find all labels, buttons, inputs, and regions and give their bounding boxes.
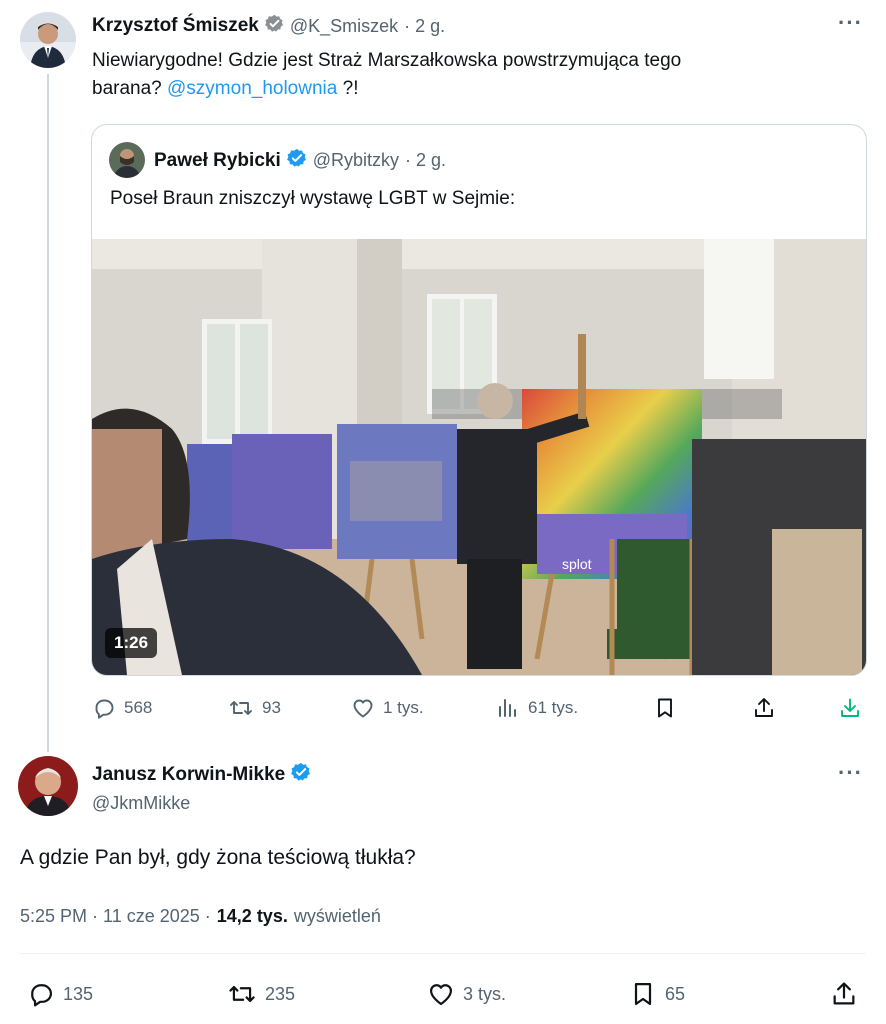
banner-text: splot (562, 556, 592, 572)
reply-icon (27, 980, 55, 1008)
verified-badge-icon (291, 762, 311, 787)
video-thumbnail-image: splot (92, 239, 866, 675)
bookmark-button[interactable]: 65 (629, 980, 685, 1008)
avatar-korwin-mikke[interactable] (18, 756, 78, 816)
bookmark-button[interactable] (653, 696, 677, 720)
reply-views-count: 14,2 tys. (216, 906, 288, 926)
reply-timestamp[interactable]: 5:25 PM · 11 cze 2025 · (20, 906, 211, 927)
like-count: 3 tys. (463, 983, 507, 1004)
verified-badge-icon (264, 14, 284, 38)
quote-author-name[interactable]: Paweł Rybicki (154, 150, 281, 172)
reply-button[interactable]: 135 (27, 980, 93, 1008)
more-options-icon[interactable]: ··· (838, 760, 863, 786)
reply-author-name[interactable]: Janusz Korwin-Mikke (92, 764, 285, 786)
bookmark-icon (629, 980, 657, 1008)
like-button[interactable]: 3 tys. (427, 980, 506, 1008)
divider (20, 953, 866, 954)
tweet-text-line2: barana? (92, 78, 162, 99)
reply-author-handle[interactable]: @JkmMikke (92, 793, 190, 814)
bookmark-count: 65 (665, 983, 686, 1004)
author-handle[interactable]: @K_Smiszek (290, 16, 398, 37)
reply-count: 568 (124, 698, 153, 717)
reply-header: Janusz Korwin-Mikke (92, 762, 311, 787)
quote-text: Poseł Braun zniszczył wystawę LGBT w Sej… (110, 188, 516, 209)
reply-meta: 5:25 PM · 11 cze 2025 · 14,2 tys. wyświe… (20, 906, 381, 927)
views-chart-icon (496, 696, 520, 720)
retweet-button[interactable]: 235 (227, 980, 295, 1008)
tweet-header: Krzysztof Śmiszek @K_Smiszek · 2 g. (92, 14, 445, 38)
like-button[interactable]: 1 tys. (351, 696, 424, 720)
views-count: 61 tys. (528, 698, 579, 717)
tweet-time[interactable]: · 2 g. (404, 16, 445, 37)
reply-button[interactable]: 568 (92, 696, 152, 720)
like-count: 1 tys. (383, 698, 424, 717)
avatar-smiszek[interactable] (20, 12, 76, 68)
tweet-text-line1: Niewiarygodne! Gdzie jest Straż Marszałk… (92, 50, 682, 71)
share-button[interactable] (752, 696, 776, 720)
video-duration-badge: 1:26 (105, 628, 158, 658)
mention-link[interactable]: @szymon_holownia (167, 78, 337, 99)
avatar-rybicki[interactable] (109, 142, 145, 178)
retweet-count: 235 (265, 983, 296, 1004)
share-icon (752, 696, 776, 720)
retweet-icon (227, 980, 257, 1008)
share-button[interactable] (830, 980, 858, 1008)
reply-views-label: wyświetleń (293, 906, 381, 926)
reply-count: 135 (63, 983, 94, 1004)
author-name[interactable]: Krzysztof Śmiszek (92, 15, 259, 37)
quote-time[interactable]: · 2 g. (405, 150, 446, 171)
download-icon (838, 696, 862, 720)
bookmark-icon (653, 696, 677, 720)
tweet-text: Niewiarygodne! Gdzie jest Straż Marszałk… (92, 47, 852, 103)
heart-icon (427, 980, 455, 1008)
download-button[interactable] (838, 696, 862, 720)
views-button[interactable]: 61 tys. (496, 696, 578, 720)
verified-badge-icon (286, 148, 307, 173)
quote-author-handle[interactable]: @Rybitzky (313, 150, 399, 171)
thread-line (47, 74, 49, 752)
quoted-tweet-card[interactable]: Paweł Rybicki @Rybitzky · 2 g. Poseł Bra… (91, 124, 867, 676)
reply-icon (92, 696, 116, 720)
video-player[interactable]: splot 1:26 (92, 239, 866, 675)
share-icon (830, 980, 858, 1008)
more-options-icon[interactable]: ··· (838, 10, 863, 36)
heart-icon (351, 696, 375, 720)
retweet-icon (228, 696, 254, 720)
retweet-count: 93 (262, 698, 281, 717)
reply-text: A gdzie Pan był, gdy żona teściową tłukł… (20, 846, 416, 869)
retweet-button[interactable]: 93 (228, 696, 281, 720)
quote-header: Paweł Rybicki @Rybitzky · 2 g. (154, 148, 446, 173)
tweet-text-end: ?! (342, 78, 359, 99)
